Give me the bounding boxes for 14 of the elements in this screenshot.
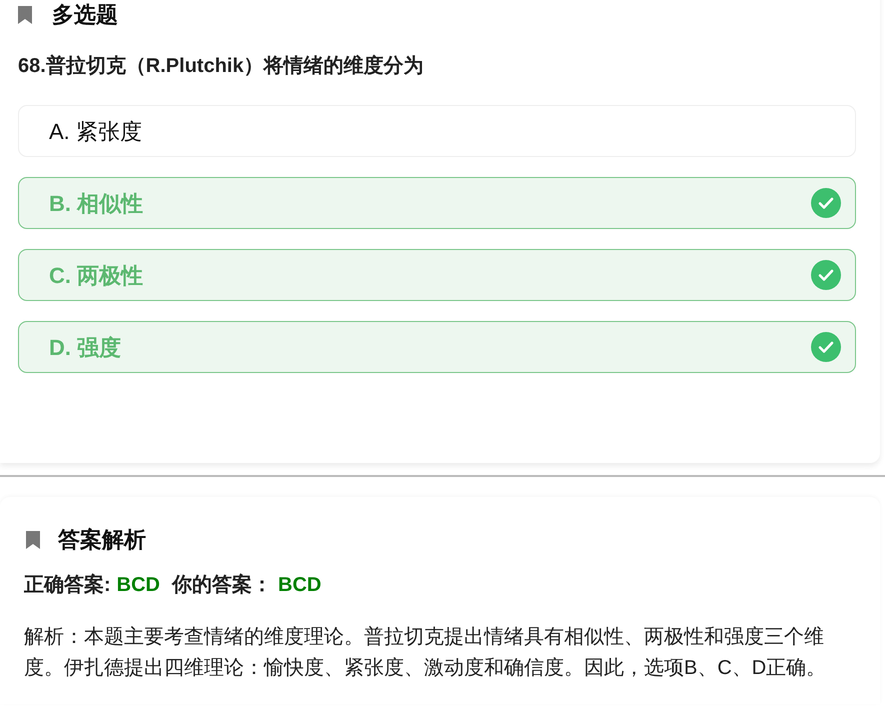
answer-value: BCD [116, 573, 160, 598]
answer-option[interactable]: D. 强度 [18, 321, 856, 373]
question-text: 68.普拉切克（R.Plutchik）将情绪的维度分为 [18, 53, 425, 79]
bookmark-icon [26, 530, 40, 548]
bookmark-icon [18, 6, 32, 24]
section-title: 答案解析 [58, 526, 146, 554]
answer-label: 正确答案: [24, 572, 111, 598]
section-title: 多选题 [52, 1, 118, 29]
explanation-text: 解析：本题主要考查情绪的维度理论。普拉切克提出情绪具有相似性、两极性和强度三个维度。伊扎德提出四维理论：愉快度、紧张度、激动度和确信度。因此，选项B、C、D正确。 [24, 625, 828, 681]
answer-option[interactable]: A. 紧张度 [18, 105, 856, 157]
answer-option[interactable]: B. 相似性 [18, 177, 856, 229]
answer-value: BCD [278, 573, 322, 598]
answer-option[interactable]: C. 两极性 [18, 249, 856, 301]
answer-label: 你的答案： [172, 572, 272, 598]
